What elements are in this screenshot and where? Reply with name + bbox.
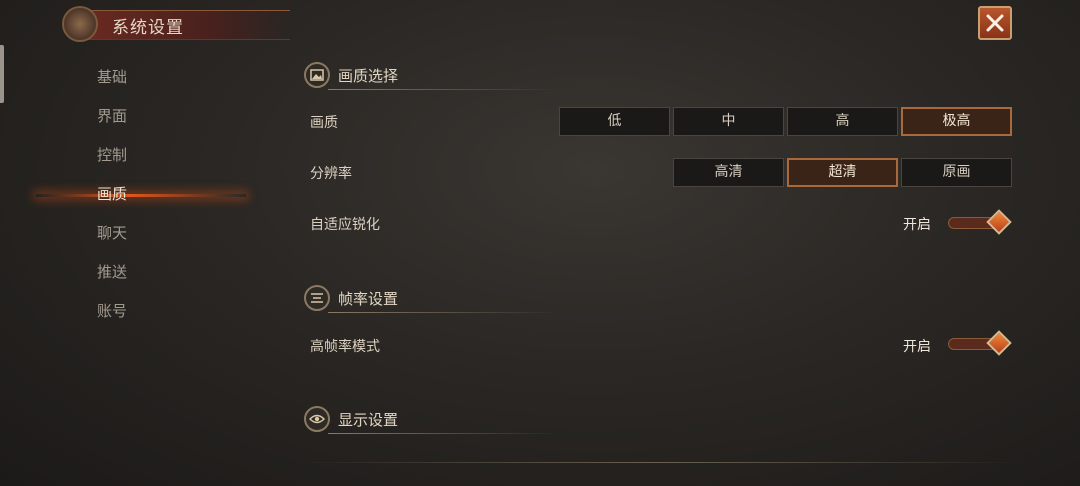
toggle-knob[interactable] xyxy=(986,209,1012,235)
section-title: 画质选择 xyxy=(338,67,399,85)
resolution-option-original[interactable]: 原画 xyxy=(901,158,1012,187)
framerate-icon xyxy=(304,285,330,311)
resolution-label: 分辨率 xyxy=(310,166,352,182)
adaptive-sharpen-state: 开启 xyxy=(903,217,931,233)
page-title: 系统设置 xyxy=(112,18,184,38)
section-quality-header: 画质选择 xyxy=(304,62,558,90)
section-divider xyxy=(328,433,558,434)
sidebar-item-label: 账号 xyxy=(97,302,128,320)
sidebar-item-controls[interactable]: 控制 xyxy=(0,136,270,175)
resolution-option-hd[interactable]: 高清 xyxy=(673,158,784,187)
quality-option-ultra[interactable]: 极高 xyxy=(901,107,1012,136)
quality-option-medium[interactable]: 中 xyxy=(673,107,784,136)
high-fps-label: 高帧率模式 xyxy=(310,339,380,355)
section-divider xyxy=(328,89,558,90)
sidebar-item-account[interactable]: 账号 xyxy=(0,292,270,331)
close-button[interactable] xyxy=(978,6,1012,40)
close-icon xyxy=(986,14,1004,32)
adaptive-sharpen-toggle[interactable] xyxy=(948,209,1012,235)
sidebar-item-basic[interactable]: 基础 xyxy=(0,58,270,97)
section-display-header: 显示设置 xyxy=(304,406,558,434)
eye-icon xyxy=(304,406,330,432)
gear-icon xyxy=(62,6,98,42)
sidebar-item-chat[interactable]: 聊天 xyxy=(0,214,270,253)
resolution-option-super-hd[interactable]: 超清 xyxy=(787,158,898,187)
content-bottom-divider xyxy=(296,462,1020,463)
high-fps-state: 开启 xyxy=(903,339,931,355)
sidebar-item-label: 界面 xyxy=(97,107,128,125)
sidebar-item-label: 推送 xyxy=(97,263,128,281)
sidebar-item-label: 控制 xyxy=(97,146,128,164)
sidebar-item-label: 聊天 xyxy=(97,224,128,242)
sidebar-item-graphics[interactable]: 画质 xyxy=(0,175,270,214)
quality-option-high[interactable]: 高 xyxy=(787,107,898,136)
adaptive-sharpen-label: 自适应锐化 xyxy=(310,217,380,233)
settings-sidebar: 基础 界面 控制 画质 聊天 推送 账号 xyxy=(0,58,270,331)
high-fps-toggle[interactable] xyxy=(948,330,1012,356)
settings-header: 系统设置 xyxy=(62,6,292,42)
sidebar-item-interface[interactable]: 界面 xyxy=(0,97,270,136)
sidebar-item-push[interactable]: 推送 xyxy=(0,253,270,292)
quality-label: 画质 xyxy=(310,115,338,131)
section-framerate-header: 帧率设置 xyxy=(304,285,558,313)
toggle-knob[interactable] xyxy=(986,330,1012,356)
section-title: 显示设置 xyxy=(338,411,399,429)
quality-option-low[interactable]: 低 xyxy=(559,107,670,136)
sidebar-item-label: 画质 xyxy=(97,185,128,203)
sidebar-item-label: 基础 xyxy=(97,68,128,86)
image-icon xyxy=(304,62,330,88)
section-divider xyxy=(328,312,558,313)
section-title: 帧率设置 xyxy=(338,290,399,308)
